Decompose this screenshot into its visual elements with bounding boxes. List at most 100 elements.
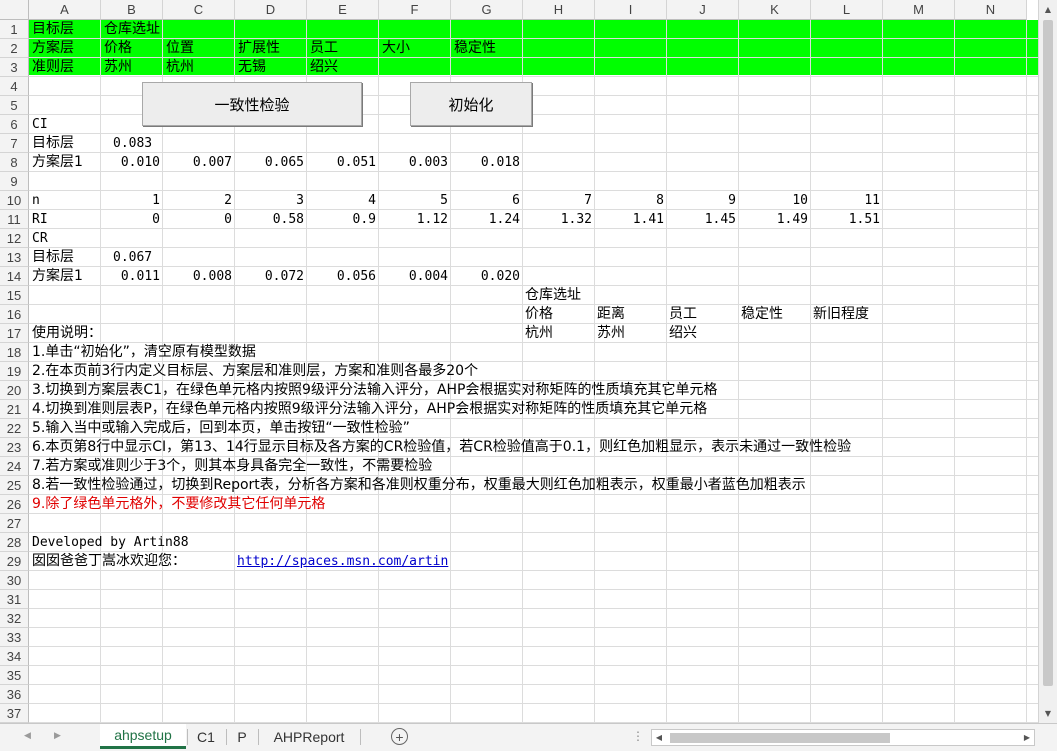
cell-a10[interactable]: n bbox=[32, 191, 40, 210]
row-header-36[interactable]: 36 bbox=[0, 685, 29, 704]
n-value-c[interactable]: 2 bbox=[163, 191, 232, 210]
instruction-line-7[interactable]: 7.若方案或准则少于3个，则其本身具备完全一致性，不需要检验 bbox=[32, 457, 432, 476]
cell-a6[interactable]: CI bbox=[32, 115, 48, 134]
row-header-3[interactable]: 3 bbox=[0, 58, 29, 77]
row-header-31[interactable]: 31 bbox=[0, 590, 29, 609]
tab-ahpreport[interactable]: AHPReport bbox=[262, 724, 356, 749]
ri-value-i[interactable]: 1.41 bbox=[595, 210, 664, 229]
cell-a3[interactable]: 准则层 bbox=[32, 58, 74, 77]
ri-value-j[interactable]: 1.45 bbox=[667, 210, 736, 229]
developed-by[interactable]: Developed by Artin88 bbox=[32, 533, 189, 552]
column-header-e[interactable]: E bbox=[307, 0, 379, 20]
scroll-right-icon[interactable]: ▶ bbox=[1020, 730, 1034, 745]
row-header-25[interactable]: 25 bbox=[0, 476, 29, 495]
cell-a13[interactable]: 目标层 bbox=[32, 248, 74, 267]
row-header-24[interactable]: 24 bbox=[0, 457, 29, 476]
ci-plan-value-f[interactable]: 0.003 bbox=[379, 153, 448, 172]
cell-h17[interactable]: 杭州 bbox=[525, 324, 553, 343]
instruction-line-1[interactable]: 1.单击“初始化”，清空原有模型数据 bbox=[32, 343, 256, 362]
cell-a8[interactable]: 方案层1 bbox=[32, 153, 83, 172]
column-header-m[interactable]: M bbox=[883, 0, 955, 20]
instruction-line-8[interactable]: 8.若一致性检验通过，切换到Report表，分析各方案和各准则权重分布，权重最大… bbox=[32, 476, 806, 495]
scroll-left-icon[interactable]: ◀ bbox=[652, 730, 666, 745]
cell-a14[interactable]: 方案层1 bbox=[32, 267, 83, 286]
instructions-title[interactable]: 使用说明： bbox=[32, 324, 102, 343]
cell-g2[interactable]: 稳定性 bbox=[454, 39, 496, 58]
n-value-j[interactable]: 9 bbox=[667, 191, 736, 210]
row-header-2[interactable]: 2 bbox=[0, 39, 29, 58]
row-header-8[interactable]: 8 bbox=[0, 153, 29, 172]
cell-h16[interactable]: 价格 bbox=[525, 305, 553, 324]
row-header-16[interactable]: 16 bbox=[0, 305, 29, 324]
ci-plan-value-d[interactable]: 0.065 bbox=[235, 153, 304, 172]
row-header-20[interactable]: 20 bbox=[0, 381, 29, 400]
ri-value-l[interactable]: 1.51 bbox=[811, 210, 880, 229]
column-header-f[interactable]: F bbox=[379, 0, 451, 20]
row-header-10[interactable]: 10 bbox=[0, 191, 29, 210]
vertical-scroll-thumb[interactable] bbox=[1043, 20, 1053, 686]
n-value-d[interactable]: 3 bbox=[235, 191, 304, 210]
cell-b2[interactable]: 价格 bbox=[104, 39, 132, 58]
cr-plan-value-e[interactable]: 0.056 bbox=[307, 267, 376, 286]
n-value-f[interactable]: 5 bbox=[379, 191, 448, 210]
tab-scroll-right-icon[interactable]: ▶ bbox=[54, 730, 61, 741]
n-value-e[interactable]: 4 bbox=[307, 191, 376, 210]
cell-k16[interactable]: 稳定性 bbox=[741, 305, 783, 324]
ri-value-d[interactable]: 0.58 bbox=[235, 210, 304, 229]
row-header-12[interactable]: 12 bbox=[0, 229, 29, 248]
instruction-line-6[interactable]: 6.本页第8行中显示CI，第13、14行显示目标及各方案的CR检验值，若CR检验… bbox=[32, 438, 851, 457]
cell-i17[interactable]: 苏州 bbox=[597, 324, 625, 343]
cell-f2[interactable]: 大小 bbox=[382, 39, 410, 58]
row-header-13[interactable]: 13 bbox=[0, 248, 29, 267]
row-header-30[interactable]: 30 bbox=[0, 571, 29, 590]
row-header-26[interactable]: 26 bbox=[0, 495, 29, 514]
cell-e3[interactable]: 绍兴 bbox=[310, 58, 338, 77]
row-header-14[interactable]: 14 bbox=[0, 267, 29, 286]
cr-target-value[interactable]: 0.067 bbox=[113, 248, 152, 267]
tab-p[interactable]: P bbox=[227, 724, 257, 749]
row-header-27[interactable]: 27 bbox=[0, 514, 29, 533]
instruction-line-5[interactable]: 5.输入当中或输入完成后，回到本页，单击按钮“一致性检验” bbox=[32, 419, 410, 438]
cr-plan-value-b[interactable]: 0.011 bbox=[101, 267, 160, 286]
ri-value-f[interactable]: 1.12 bbox=[379, 210, 448, 229]
cr-plan-value-c[interactable]: 0.008 bbox=[163, 267, 232, 286]
instruction-line-4[interactable]: 4.切换到准则层表P，在绿色单元格内按照9级评分法输入评分，AHP会根据实对称矩… bbox=[32, 400, 707, 419]
vertical-scrollbar[interactable]: ▲ ▼ bbox=[1038, 0, 1057, 723]
column-header-d[interactable]: D bbox=[235, 0, 307, 20]
row-header-6[interactable]: 6 bbox=[0, 115, 29, 134]
row-header-15[interactable]: 15 bbox=[0, 286, 29, 305]
cell-c3[interactable]: 杭州 bbox=[166, 58, 194, 77]
column-header-j[interactable]: J bbox=[667, 0, 739, 20]
row-header-7[interactable]: 7 bbox=[0, 134, 29, 153]
add-sheet-icon[interactable]: + bbox=[391, 728, 408, 745]
row-header-18[interactable]: 18 bbox=[0, 343, 29, 362]
cell-j17[interactable]: 绍兴 bbox=[669, 324, 697, 343]
column-header-a[interactable]: A bbox=[29, 0, 101, 20]
row-header-21[interactable]: 21 bbox=[0, 400, 29, 419]
scroll-up-icon[interactable]: ▲ bbox=[1039, 1, 1057, 18]
horizontal-scroll-thumb[interactable] bbox=[670, 733, 890, 743]
resize-handle-icon[interactable]: ⋮ bbox=[632, 729, 644, 743]
n-value-i[interactable]: 8 bbox=[595, 191, 664, 210]
column-header-g[interactable]: G bbox=[451, 0, 523, 20]
initialize-button[interactable]: 初始化 bbox=[410, 82, 532, 126]
select-all-corner[interactable] bbox=[0, 0, 29, 20]
row-header-37[interactable]: 37 bbox=[0, 704, 29, 723]
row-header-17[interactable]: 17 bbox=[0, 324, 29, 343]
cell-b1[interactable]: 仓库选址 bbox=[104, 20, 160, 39]
ri-value-e[interactable]: 0.9 bbox=[307, 210, 376, 229]
ri-value-k[interactable]: 1.49 bbox=[739, 210, 808, 229]
cell-d3[interactable]: 无锡 bbox=[238, 58, 266, 77]
ci-target-value[interactable]: 0.083 bbox=[113, 134, 152, 153]
cell-a7[interactable]: 目标层 bbox=[32, 134, 74, 153]
cell-e2[interactable]: 员工 bbox=[310, 39, 338, 58]
row-header-33[interactable]: 33 bbox=[0, 628, 29, 647]
row-header-29[interactable]: 29 bbox=[0, 552, 29, 571]
welcome-text[interactable]: 囡囡爸爸丁嵩冰欢迎您： bbox=[32, 552, 186, 571]
row-header-28[interactable]: 28 bbox=[0, 533, 29, 552]
row-header-23[interactable]: 23 bbox=[0, 438, 29, 457]
n-value-l[interactable]: 11 bbox=[811, 191, 880, 210]
cell-c2[interactable]: 位置 bbox=[166, 39, 194, 58]
cell-j16[interactable]: 员工 bbox=[669, 305, 697, 324]
row-header-4[interactable]: 4 bbox=[0, 77, 29, 96]
